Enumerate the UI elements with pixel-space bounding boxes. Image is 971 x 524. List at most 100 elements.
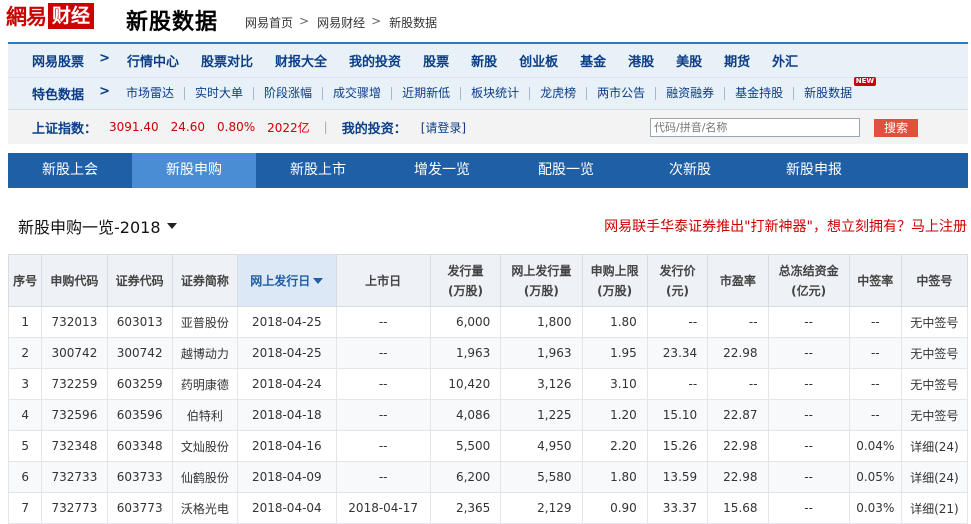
- nav-lead-stocks[interactable]: 网易股票 >: [8, 51, 116, 70]
- table-cell: 2,365: [429, 492, 502, 524]
- nav-item-1[interactable]: 股票对比: [201, 51, 253, 70]
- table-cell: --: [335, 461, 431, 493]
- table-cell: --: [646, 368, 709, 400]
- table-cell: 伯特利: [171, 399, 239, 431]
- special-nav-item-8[interactable]: 融资融券: [656, 87, 726, 100]
- nav-item-5[interactable]: 新股: [471, 51, 497, 70]
- table-cell: 0.04%: [848, 430, 902, 462]
- breadcrumb-separator: >: [371, 14, 382, 28]
- nav-item-11[interactable]: 外汇: [772, 51, 798, 70]
- special-nav-item-6[interactable]: 龙虎榜: [530, 87, 588, 100]
- nav-item-10[interactable]: 期货: [724, 51, 750, 70]
- nav-lead-special[interactable]: 特色数据 >: [8, 84, 116, 103]
- table-cell: 15.10: [646, 399, 709, 431]
- stock-search-input[interactable]: [650, 118, 860, 137]
- table-cell: 4,950: [500, 430, 583, 462]
- table-cell[interactable]: 详细(21): [900, 492, 969, 524]
- table-cell: 1: [7, 306, 43, 338]
- nav-item-9[interactable]: 美股: [676, 51, 702, 70]
- index-pct: 0.80%: [217, 120, 256, 134]
- special-nav-item-2[interactable]: 阶段涨幅: [254, 87, 324, 100]
- table-cell[interactable]: 详细(24): [900, 430, 969, 462]
- special-nav-item-3[interactable]: 成交骤增: [323, 87, 393, 100]
- column-header-text: 中签号: [916, 273, 953, 288]
- tab-0[interactable]: 新股上会: [8, 153, 132, 188]
- table-cell: 无中签号: [900, 399, 969, 431]
- column-header[interactable]: 网上发行日: [237, 254, 337, 307]
- special-nav-item-4[interactable]: 近期新低: [392, 87, 462, 100]
- table-cell: 3,126: [500, 368, 583, 400]
- breadcrumb-finance[interactable]: 网易财经: [317, 14, 365, 31]
- table-cell: 1,963: [500, 337, 583, 369]
- tab-2[interactable]: 新股上市: [256, 153, 380, 188]
- table-cell: --: [767, 337, 850, 369]
- special-nav-item-9[interactable]: 基金持股: [725, 87, 795, 100]
- nav-item-3[interactable]: 我的投资: [349, 51, 401, 70]
- tab-1[interactable]: 新股申购: [132, 153, 256, 188]
- table-cell: --: [848, 399, 902, 431]
- tab-6[interactable]: 新股申报: [752, 153, 876, 188]
- nav-item-8[interactable]: 港股: [628, 51, 654, 70]
- section-title: 新股申购一览-2018: [18, 218, 161, 237]
- table-header-row: 序号 申购代码 证券代码 证券简称 网上发行日 上市日 发行量 (万股) 网上发行量 (万股) 申购…: [7, 254, 969, 307]
- column-header-text: (万股): [448, 283, 484, 298]
- table-cell: 无中签号: [900, 337, 969, 369]
- special-nav-item-7[interactable]: 两市公告: [587, 87, 657, 100]
- table-cell: 0.90: [581, 492, 648, 524]
- tab-bar: 新股上会 新股申购 新股上市 增发一览 配股一览 次新股 新股申报: [8, 153, 968, 188]
- breadcrumb-home[interactable]: 网易首页: [245, 14, 293, 31]
- column-header-text: (万股): [523, 283, 559, 298]
- index-volume: 2022亿: [267, 120, 310, 135]
- table-cell: 732259: [41, 368, 108, 400]
- table-cell: 603348: [106, 430, 173, 462]
- tab-5[interactable]: 次新股: [628, 153, 752, 188]
- table-cell: 22.87: [707, 399, 769, 431]
- chevron-right-icon: >: [99, 51, 110, 66]
- index-bar: 上证指数： 3091.40 24.60 0.80% 2022亿 | 我的投资： …: [8, 110, 968, 144]
- table-cell: 732733: [41, 461, 108, 493]
- table-cell: 2018-04-18: [237, 399, 337, 431]
- special-nav-item-5[interactable]: 板块统计: [461, 87, 531, 100]
- table-cell: 732596: [41, 399, 108, 431]
- column-header-text: (亿元): [791, 283, 827, 298]
- special-nav-item-1[interactable]: 实时大单: [185, 87, 255, 100]
- netease-finance-logo[interactable]: 網易 财经: [6, 3, 95, 29]
- nav-item-6[interactable]: 创业板: [519, 51, 558, 70]
- table-cell: 2018-04-04: [237, 492, 337, 524]
- table-cell: --: [767, 461, 850, 493]
- nav-item-7[interactable]: 基金: [580, 51, 606, 70]
- table-cell: 7: [7, 492, 43, 524]
- nav-lead-label: 特色数据: [32, 88, 85, 103]
- breadcrumb-separator: >: [299, 14, 310, 28]
- table-cell: 2018-04-25: [237, 306, 337, 338]
- logo-netease: 網易: [6, 4, 47, 29]
- breadcrumb-current: 新股数据: [389, 16, 438, 30]
- table-cell: 3: [7, 368, 43, 400]
- table-body: 1 732013 603013 亚普股份 2018-04-25 -- 6,000 1,800 1…: [7, 306, 969, 524]
- table-cell: 4: [7, 399, 43, 431]
- column-header-text: 上市日: [365, 273, 402, 288]
- table-cell: 2018-04-16: [237, 430, 337, 462]
- table-cell: --: [767, 399, 850, 431]
- table-cell: 0.05%: [848, 461, 902, 493]
- table-cell[interactable]: 详细(24): [900, 461, 969, 493]
- search-button[interactable]: 搜索: [874, 119, 918, 137]
- column-header: 发行量 (万股): [429, 254, 502, 307]
- nav-item-4[interactable]: 股票: [423, 51, 449, 70]
- nav-item-2[interactable]: 财报大全: [275, 51, 327, 70]
- nav-item-0[interactable]: 行情中心: [127, 51, 179, 70]
- column-header-text: 申购代码: [50, 273, 99, 288]
- tab-3[interactable]: 增发一览: [380, 153, 504, 188]
- table-row: 7 732773 603773 沃格光电 2018-04-04 2018-04-17 2,3…: [7, 492, 969, 524]
- column-header-text: 网上发行量: [511, 263, 572, 278]
- table-cell: 5,500: [429, 430, 502, 462]
- table-cell: 15.68: [707, 492, 769, 524]
- section-title-dropdown[interactable]: 新股申购一览-2018: [18, 214, 177, 238]
- login-link[interactable]: [请登录]: [421, 119, 466, 136]
- tab-4[interactable]: 配股一览: [504, 153, 628, 188]
- promo-link[interactable]: 网易联手华泰证券推出"打新神器"，想立刻拥有？马上注册: [604, 216, 967, 236]
- table-cell: 603773: [106, 492, 173, 524]
- special-nav-item-10[interactable]: 新股数据 NEW: [794, 77, 877, 100]
- column-header-text: 总冻结资金: [778, 263, 839, 278]
- special-nav-item-0[interactable]: 市场雷达: [116, 87, 186, 100]
